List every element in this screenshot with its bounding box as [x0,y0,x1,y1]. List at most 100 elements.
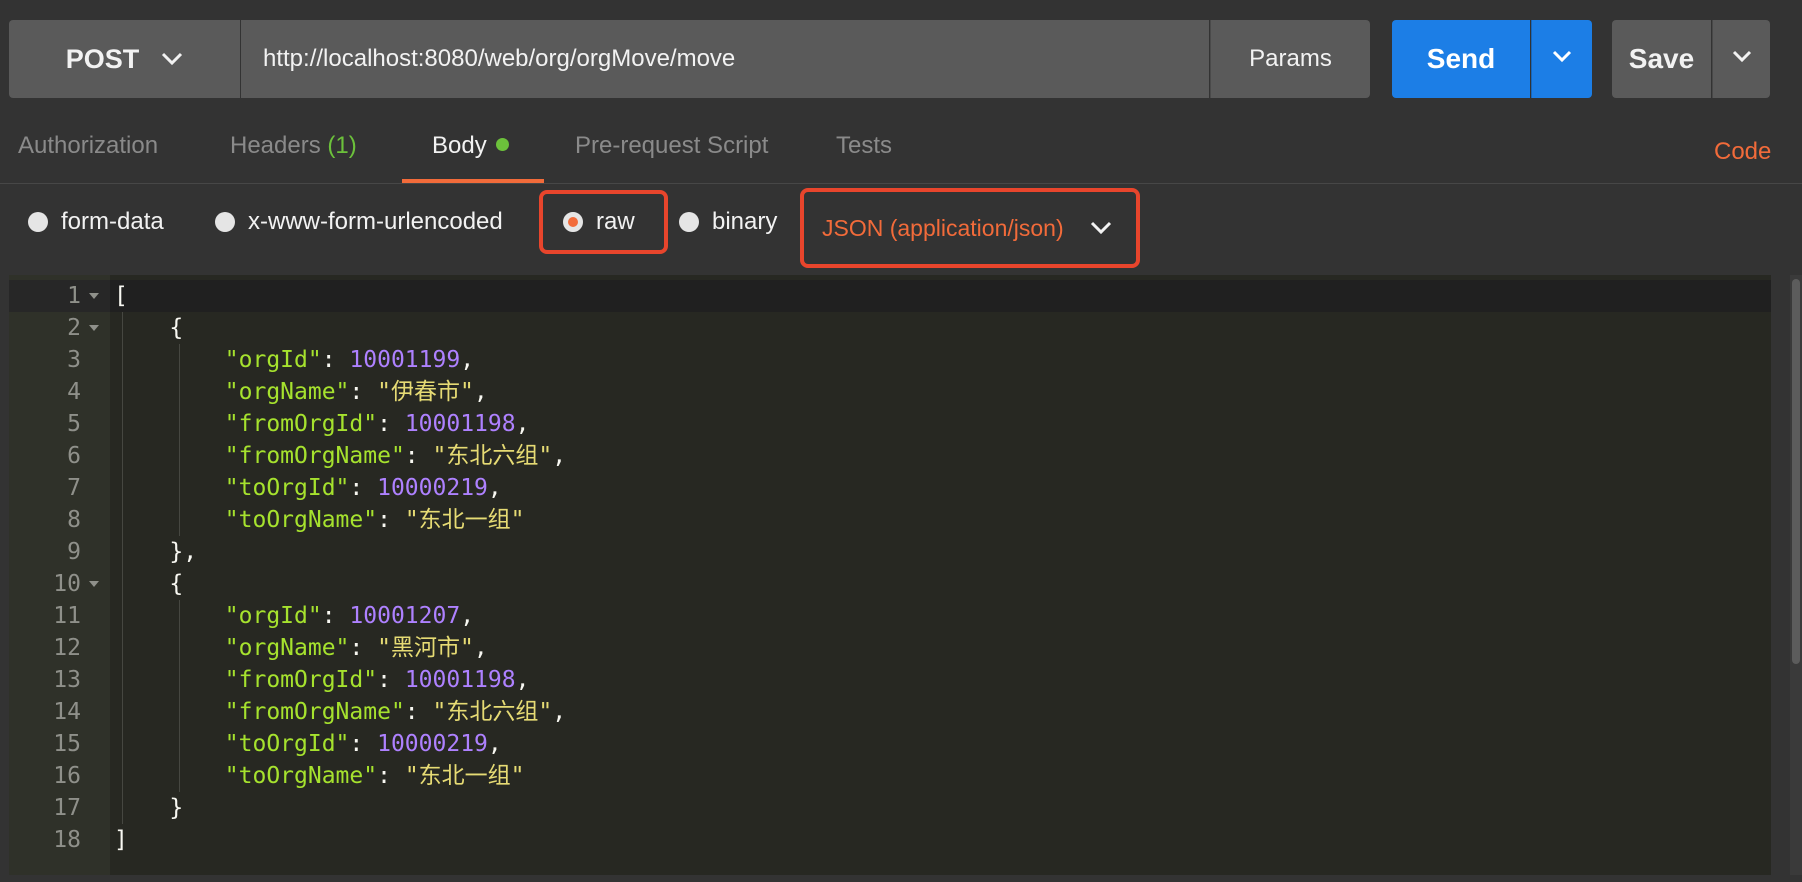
punctuation-token: , [460,603,475,629]
code-text: "orgName": "伊春市", [114,376,488,408]
code-line: 3 "orgId": 10001199, [9,344,1771,376]
code-text: }, [114,536,197,568]
punctuation-token: , [473,379,488,405]
line-number: 14 [53,699,81,725]
radio-unchecked-icon [215,212,235,232]
send-dropdown-button[interactable] [1531,20,1592,98]
body-modified-dot-icon [495,138,509,151]
punctuation-token [114,635,225,661]
punctuation-token: : [377,507,405,533]
json-string-token: "黑河市" [377,635,474,661]
tab-authorization[interactable]: Authorization [18,132,158,160]
code-editor[interactable]: 1[2 {3 "orgId": 10001199, 4 "orgName": "伊… [9,275,1771,875]
code-text: "toOrgName": "东北一组" [114,760,525,792]
json-key-token: "toOrgId" [224,475,350,501]
tabs-divider [0,183,1802,184]
tab-label: Authorization [18,132,159,159]
line-number: 12 [53,635,81,661]
radio-checked-icon [563,212,583,232]
punctuation-token [114,603,225,629]
method-label: POST [65,43,140,74]
code-line: 1[ [9,280,1771,312]
code-line: 10 { [9,568,1771,600]
method-select[interactable]: POST [9,20,240,98]
punctuation-token: : [321,347,350,373]
chevron-down-icon [1732,50,1752,68]
params-button[interactable]: Params [1210,20,1370,98]
save-button[interactable]: Save [1612,20,1711,98]
tab-pre-request-script[interactable]: Pre-request Script [575,132,768,160]
line-number: 18 [53,827,81,853]
editor-scrollbar-thumb[interactable] [1792,279,1800,664]
code-text: { [114,568,183,600]
code-line: 15 "toOrgId": 10000219, [9,728,1771,760]
json-number-token: 10001199 [349,347,461,373]
punctuation-token [114,475,225,501]
fold-arrow-icon[interactable] [89,581,99,587]
radio-label: binary [712,208,778,235]
params-label: Params [1249,45,1332,72]
line-number: 17 [53,795,81,821]
tab-label: Pre-request Script [575,132,769,159]
line-number: 3 [67,347,81,373]
json-number-token: 10001198 [404,411,516,437]
save-label: Save [1628,43,1695,74]
tab-body[interactable]: Body [432,132,509,160]
punctuation-token: : [377,411,405,437]
tab-label: Body [432,132,487,159]
code-text: } [114,792,183,824]
json-key-token: "toOrgName" [224,763,378,789]
line-number: 4 [67,379,81,405]
punctuation-token: , [552,699,567,725]
radio-unchecked-icon [679,212,699,232]
radio-form-data[interactable]: form-data [28,208,164,236]
code-text: [ [114,280,128,312]
line-number: 15 [53,731,81,757]
tab-label: Headers [230,132,321,159]
line-number: 1 [67,283,81,309]
tab-label: Tests [836,132,893,159]
content-type-select[interactable]: JSON (application/json) [800,188,1140,268]
code-text: "orgId": 10001199, [114,344,474,376]
code-line: 2 { [9,312,1771,344]
radio-raw[interactable]: raw [563,208,635,236]
json-key-token: "fromOrgId" [224,411,378,437]
content-type-label: JSON (application/json) [822,214,1064,241]
radio-label: form-data [61,208,164,235]
chevron-down-icon [1090,221,1112,235]
punctuation-token: : [349,475,378,501]
line-number: 8 [67,507,81,533]
send-button[interactable]: Send [1392,20,1530,98]
fold-arrow-icon[interactable] [89,325,99,331]
radio-x-www-form-urlencoded[interactable]: x-www-form-urlencoded [215,208,503,236]
punctuation-token [114,699,225,725]
punctuation-token [114,347,225,373]
chevron-down-icon [1552,50,1572,68]
punctuation-token: { [114,571,184,597]
radio-label: x-www-form-urlencoded [248,208,503,235]
json-string-token: "东北六组" [432,443,553,469]
punctuation-token: ] [114,827,128,853]
json-key-token: "fromOrgName" [224,443,405,469]
code-line: 11 "orgId": 10001207, [9,600,1771,632]
tab-tests[interactable]: Tests [836,132,892,160]
code-text: "toOrgId": 10000219, [114,472,502,504]
json-number-token: 10001198 [404,667,516,693]
save-dropdown-button[interactable] [1712,20,1770,98]
radio-binary[interactable]: binary [679,208,777,236]
json-key-token: "orgId" [224,347,322,373]
punctuation-token: , [515,411,530,437]
punctuation-token: : [404,443,433,469]
code-line: 18] [9,824,1771,856]
punctuation-token: : [349,379,378,405]
punctuation-token: }, [114,539,198,565]
punctuation-token: , [473,635,488,661]
code-link[interactable]: Code [1714,138,1771,166]
fold-arrow-icon[interactable] [89,293,99,299]
tab-headers[interactable]: Headers (1) [230,132,357,160]
punctuation-token [114,411,225,437]
url-input[interactable]: http://localhost:8080/web/org/orgMove/mo… [241,20,1209,98]
json-key-token: "toOrgId" [224,731,350,757]
punctuation-token [114,507,225,533]
code-line: 4 "orgName": "伊春市", [9,376,1771,408]
